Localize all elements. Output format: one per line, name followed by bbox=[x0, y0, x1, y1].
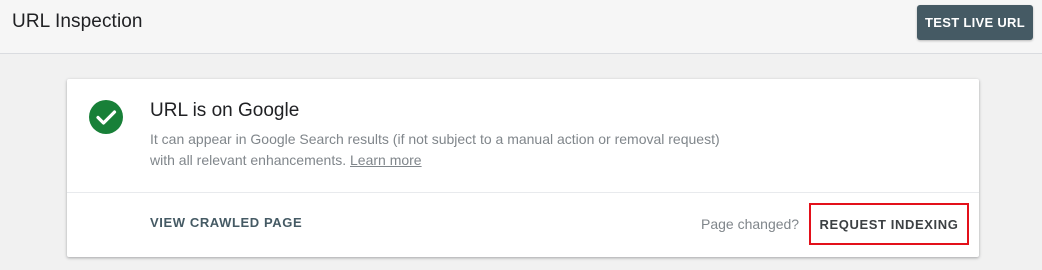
test-live-url-button[interactable]: TEST LIVE URL bbox=[917, 5, 1033, 40]
learn-more-link[interactable]: Learn more bbox=[350, 152, 422, 168]
app-header: URL Inspection TEST LIVE URL bbox=[0, 0, 1042, 54]
status-description: It can appear in Google Search results (… bbox=[150, 129, 730, 171]
view-crawled-page-button[interactable]: VIEW CRAWLED PAGE bbox=[150, 215, 302, 230]
check-circle-icon bbox=[89, 100, 123, 134]
url-status-card: URL is on Google It can appear in Google… bbox=[67, 79, 979, 257]
card-divider bbox=[67, 192, 979, 193]
page-title: URL Inspection bbox=[12, 11, 143, 32]
request-indexing-button[interactable]: REQUEST INDEXING bbox=[809, 203, 969, 245]
status-title: URL is on Google bbox=[150, 100, 300, 121]
page-changed-label: Page changed? bbox=[701, 216, 800, 232]
status-description-text: It can appear in Google Search results (… bbox=[150, 131, 720, 168]
